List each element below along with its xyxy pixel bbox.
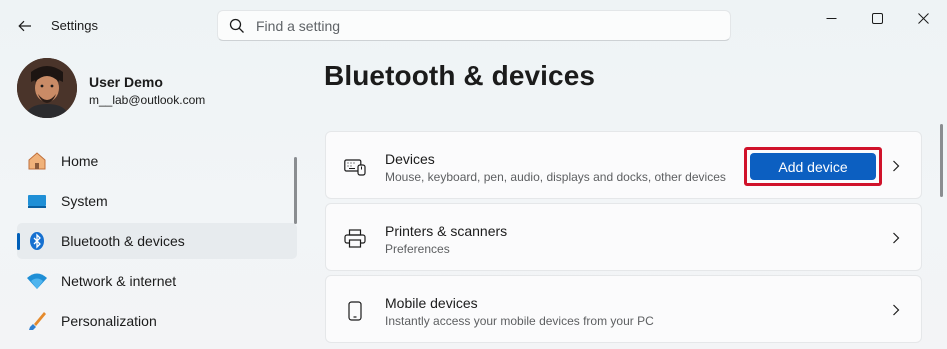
search-box[interactable] xyxy=(217,10,731,41)
avatar[interactable] xyxy=(17,58,77,118)
wifi-icon xyxy=(26,270,48,292)
add-device-highlight: Add device xyxy=(744,147,882,186)
close-button[interactable] xyxy=(900,2,946,34)
mobile-devices-card[interactable]: Mobile devices Instantly access your mob… xyxy=(325,275,922,343)
card-subtitle: Preferences xyxy=(385,242,450,256)
sidebar-item-label: Home xyxy=(61,153,99,169)
minimize-button[interactable] xyxy=(808,2,854,34)
main-scrollbar[interactable] xyxy=(940,124,943,197)
sidebar-item-system[interactable]: System xyxy=(17,183,297,219)
sidebar-item-label: Personalization xyxy=(61,313,157,329)
card-title: Devices xyxy=(385,151,435,167)
sidebar-item-home[interactable]: Home xyxy=(17,143,297,179)
minimize-icon xyxy=(826,17,836,19)
add-device-button[interactable]: Add device xyxy=(750,153,876,180)
sidebar-item-label: Bluetooth & devices xyxy=(61,233,185,249)
card-title: Mobile devices xyxy=(385,295,478,311)
page-title: Bluetooth & devices xyxy=(324,60,596,91)
sidebar-item-label: Network & internet xyxy=(61,273,177,289)
back-arrow-icon xyxy=(18,20,31,32)
bluetooth-icon xyxy=(26,230,48,252)
printers-card[interactable]: Printers & scanners Preferences xyxy=(325,203,922,271)
devices-card[interactable]: Devices Mouse, keyboard, pen, audio, dis… xyxy=(325,131,922,199)
card-subtitle: Mouse, keyboard, pen, audio, displays an… xyxy=(385,170,726,184)
sidebar-item-network[interactable]: Network & internet xyxy=(17,263,297,299)
chevron-right-icon[interactable] xyxy=(889,230,903,246)
sidebar-item-personalization[interactable]: Personalization xyxy=(17,303,297,339)
card-title: Printers & scanners xyxy=(385,223,508,239)
back-button[interactable] xyxy=(12,13,38,39)
sidebar-item-label: System xyxy=(61,193,108,209)
card-subtitle: Instantly access your mobile devices fro… xyxy=(385,314,654,328)
user-email: m__lab@outlook.com xyxy=(89,93,206,107)
maximize-button[interactable] xyxy=(854,2,900,34)
devices-icon xyxy=(344,156,366,178)
phone-icon xyxy=(344,300,366,322)
search-icon xyxy=(227,16,247,36)
user-name: User Demo xyxy=(89,74,163,90)
sidebar-item-bluetooth[interactable]: Bluetooth & devices xyxy=(17,223,297,259)
app-title: Settings xyxy=(51,18,98,33)
sidebar-scrollbar[interactable] xyxy=(294,157,297,224)
title-bar: Settings xyxy=(0,0,947,50)
chevron-right-icon[interactable] xyxy=(889,302,903,318)
home-icon xyxy=(26,150,48,172)
chevron-right-icon[interactable] xyxy=(889,158,903,174)
maximize-icon xyxy=(871,12,883,24)
close-icon xyxy=(917,12,929,24)
search-input[interactable] xyxy=(256,17,696,34)
printer-icon xyxy=(344,228,366,250)
system-icon xyxy=(26,190,48,212)
sidebar-nav: Home System Bluetooth & devices Network … xyxy=(17,143,297,343)
brush-icon xyxy=(26,310,48,332)
